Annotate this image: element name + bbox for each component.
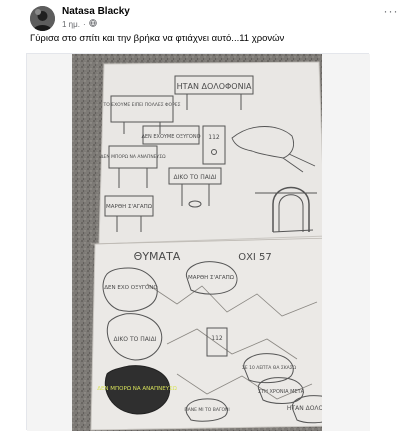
globe-icon bbox=[88, 19, 97, 29]
author-name[interactable]: Natasa Blacky bbox=[62, 6, 130, 17]
facebook-post: Natasa Blacky 1 ημ. · ··· Γύρισα στο σπί… bbox=[0, 0, 408, 431]
post-caption: Γύρισα στο σπίτι και την βρήκα να φτιάχν… bbox=[30, 33, 285, 44]
bubble-7: ΣΤΗ ΧΡΟΝΙΑ ΜΕΤΑ bbox=[258, 389, 305, 395]
bottom-sheet: ΘΥΜΑΤΑ ΟΧΙ 57 ΔΕΝ ΕΧΟ ΟΞΥΓΟΝΟ ΜΑΡΘΗ Σ'ΑΓ… bbox=[90, 235, 344, 431]
bubble-6: ΣΕ 10 ΛΕΠΤΑ ΘΑ ΣΚΑΣΩ bbox=[242, 365, 297, 371]
drawing-photo: ΗΤΑΝ ΔΟΛΟΦΟΝΙΑ ΤΟ ΕΧΟΥΜΕ ΕΙΠΕΙ ΠΟΛΛΕΣ ΦΟ… bbox=[27, 54, 370, 431]
top-title: ΗΤΑΝ ΔΟΛΟΦΟΝΙΑ bbox=[177, 82, 252, 91]
author-avatar[interactable] bbox=[30, 6, 55, 31]
bubble-4: 112 bbox=[211, 335, 223, 342]
post-photo[interactable]: ΗΤΑΝ ΔΟΛΟΦΟΝΙΑ ΤΟ ΕΧΟΥΜΕ ΕΙΠΕΙ ΠΟΛΛΕΣ ΦΟ… bbox=[26, 53, 370, 431]
top-sign-1: ΤΟ ΕΧΟΥΜΕ ΕΙΠΕΙ ΠΟΛΛΕΣ ΦΟΡΕΣ bbox=[103, 102, 181, 108]
top-sign-3: ΔΕΝ ΜΠΟΡΩ ΝΑ ΑΝΑΠΝΕΥΣΩ bbox=[100, 154, 166, 160]
top-sign-4: ΔΙΚΟ ΤΟ ΠΑΙΔΙ bbox=[174, 174, 217, 181]
bubble-3: ΔΙΚΟ ΤΟ ΠΑΙΔΙ bbox=[114, 336, 157, 343]
top-sign-2: ΔΕΝ ΕΧΟΥΜΕ ΟΞΥΓΟΝΟ bbox=[141, 134, 200, 140]
bubble-1: ΔΕΝ ΕΧΟ ΟΞΥΓΟΝΟ bbox=[104, 285, 158, 291]
top-sheet: ΗΤΑΝ ΔΟΛΟΦΟΝΙΑ ΤΟ ΕΧΟΥΜΕ ΕΙΠΕΙ ΠΟΛΛΕΣ ΦΟ… bbox=[98, 61, 326, 245]
avatar-photo bbox=[30, 6, 55, 31]
top-sign-5: ΜΑΡΘΗ Σ'ΑΓΑΠΩ bbox=[106, 204, 152, 210]
bottom-title-2: ΟΧΙ 57 bbox=[238, 252, 272, 263]
top-phone: 112 bbox=[208, 134, 220, 141]
post-time[interactable]: 1 ημ. bbox=[62, 20, 80, 29]
more-options-icon[interactable]: ··· bbox=[382, 5, 400, 20]
bottom-title: ΘΥΜΑΤΑ bbox=[134, 250, 181, 263]
bubble-5: ΔΕΝ ΜΠΟΡΩ ΝΑ ΑΝΑΠΝΕΥΣΩ bbox=[97, 386, 177, 392]
bubble-9: ΠΑΝΕ ΜΙ ΤΟ ΒΑΓΟΝΙ bbox=[184, 407, 229, 413]
bubble-2: ΜΑΡΘΗ Σ'ΑΓΑΠΩ bbox=[188, 275, 234, 281]
post-meta: 1 ημ. · bbox=[62, 19, 97, 29]
